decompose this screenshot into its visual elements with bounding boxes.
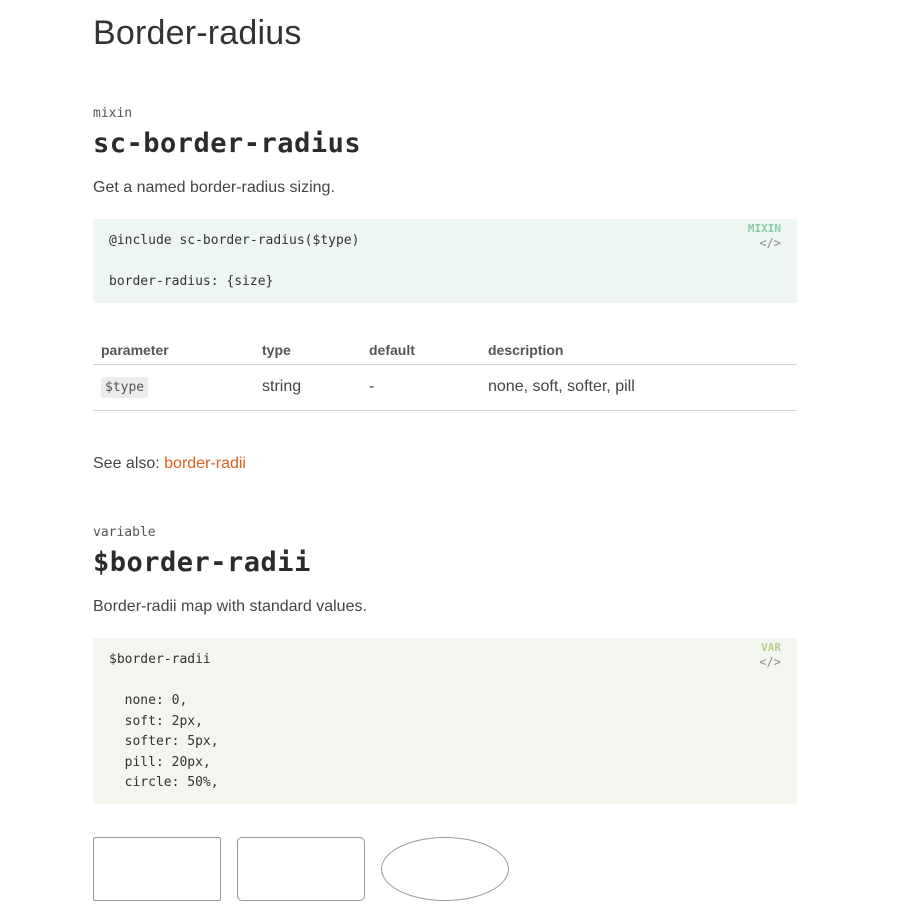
example-box-pill (381, 837, 509, 901)
variable-code: $border-radii none: 0, soft: 2px, softer… (109, 652, 219, 790)
header-default: default (361, 338, 480, 365)
table-header-row: parameter type default description (93, 338, 797, 365)
page-title: Border-radius (93, 14, 302, 52)
mixin-badge-type: MIXIN (747, 222, 781, 235)
param-description: none, soft, softer, pill (480, 364, 797, 411)
mixin-description: Get a named border-radius sizing. (93, 179, 335, 196)
example-box-softer (237, 837, 365, 901)
header-type: type (254, 338, 361, 365)
code-toggle-icon[interactable]: </> (748, 236, 781, 250)
variable-badge: VAR </> (759, 641, 781, 669)
param-type: string (254, 364, 361, 411)
table-row: $type string - none, soft, softer, pill (93, 364, 797, 411)
mixin-code: @include sc-border-radius($type) border-… (109, 233, 360, 289)
parameters-table: parameter type default description $type… (93, 338, 797, 411)
variable-kind-label: variable (93, 525, 156, 540)
param-name: $type (101, 377, 149, 398)
see-also-label: See also: (93, 455, 165, 472)
variable-badge-type: VAR (761, 641, 781, 654)
see-also-link[interactable]: border-radii (164, 455, 246, 472)
header-description: description (480, 338, 797, 365)
mixin-name: sc-border-radius (93, 128, 362, 159)
code-toggle-icon[interactable]: </> (759, 655, 781, 669)
mixin-code-block: @include sc-border-radius($type) border-… (93, 219, 797, 303)
variable-description: Border-radii map with standard values. (93, 598, 367, 615)
example-box-soft (93, 837, 221, 901)
mixin-badge: MIXIN </> (748, 222, 781, 250)
variable-code-block: $border-radii none: 0, soft: 2px, softer… (93, 638, 797, 804)
param-name-cell: $type (93, 364, 254, 411)
param-default: - (361, 364, 480, 411)
header-parameter: parameter (93, 338, 254, 365)
mixin-kind-label: mixin (93, 106, 133, 121)
variable-name: $border-radii (93, 547, 311, 578)
see-also: See also: border-radii (93, 455, 246, 473)
